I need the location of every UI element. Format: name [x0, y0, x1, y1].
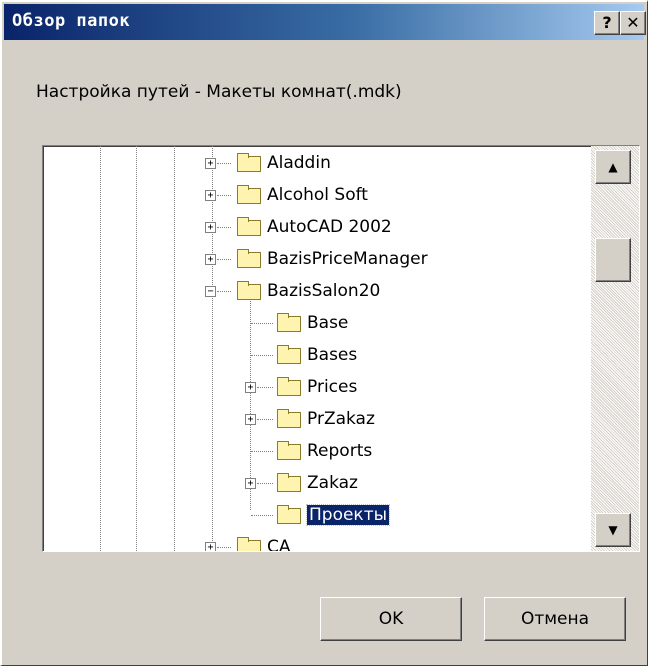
tree-branch-line [251, 451, 273, 453]
tree-node-label: BazisSalon20 [267, 281, 381, 301]
tree-guide-line [100, 146, 102, 551]
tree-branch-line [217, 547, 231, 549]
expand-icon[interactable]: + [205, 222, 216, 233]
tree-node-label: Bases [307, 345, 358, 365]
folder-icon [277, 377, 301, 396]
expand-icon[interactable]: + [205, 254, 216, 265]
folder-icon [237, 217, 261, 236]
expand-icon[interactable]: + [245, 478, 256, 489]
tree-node-label: Aladdin [267, 153, 331, 173]
window-title: Обзор папок [12, 11, 131, 31]
help-button[interactable]: ? [594, 11, 620, 35]
tree-node-label: CA [267, 537, 291, 552]
tree-branch-line [251, 323, 273, 325]
tree-node-label: PrZakaz [307, 409, 375, 429]
open-folder-icon [277, 505, 301, 524]
tree-branch-line [217, 163, 231, 165]
cancel-button[interactable]: Отмена [484, 597, 626, 641]
tree-node-label: Проекты [305, 504, 391, 526]
close-button[interactable]: ✕ [620, 11, 646, 35]
tree-branch-line [257, 387, 273, 389]
title-bar[interactable]: Обзор папок ? ✕ [4, 4, 646, 40]
folder-icon [277, 345, 301, 364]
tree-node-label: Zakaz [307, 473, 358, 493]
folder-icon [237, 153, 261, 172]
tree-node-label: AutoCAD 2002 [267, 217, 392, 237]
folder-icon [237, 281, 261, 300]
folder-icon [277, 313, 301, 332]
tree-guide-line [174, 146, 176, 551]
folder-tree[interactable]: + Aladdin + Alcohol Soft + AutoCAD 2002 … [42, 145, 640, 552]
scroll-up-arrow-icon[interactable]: ▲ [595, 150, 631, 184]
tree-node-label: Reports [307, 441, 373, 461]
tree-branch-line [257, 483, 273, 485]
folder-icon [277, 441, 301, 460]
ok-button[interactable]: OK [320, 597, 462, 641]
tree-branch-line [217, 291, 231, 293]
expand-icon[interactable]: + [205, 190, 216, 201]
vertical-scrollbar[interactable]: ▲ ▼ [591, 146, 639, 551]
collapse-icon[interactable]: − [205, 286, 216, 297]
expand-icon[interactable]: + [205, 542, 216, 551]
tree-node-label: BazisPriceManager [267, 249, 428, 269]
scroll-down-arrow-icon[interactable]: ▼ [595, 513, 631, 547]
scroll-thumb[interactable] [595, 238, 631, 282]
folder-icon [277, 473, 301, 492]
expand-icon[interactable]: + [245, 382, 256, 393]
dialog-caption: Настройка путей - Макеты комнат(.mdk) [36, 82, 402, 102]
browse-folder-dialog: Обзор папок ? ✕ Настройка путей - Макеты… [0, 0, 648, 666]
folder-icon [237, 537, 261, 551]
folder-icon [277, 409, 301, 428]
tree-node-label: Alcohol Soft [267, 185, 368, 205]
tree-branch-line [251, 515, 273, 517]
tree-branch-line [217, 259, 231, 261]
tree-node-label: Base [307, 313, 349, 333]
expand-icon[interactable]: + [245, 414, 256, 425]
tree-guide-line [212, 146, 214, 551]
folder-icon [237, 185, 261, 204]
tree-guide-line [136, 146, 138, 551]
tree-branch-line [217, 195, 231, 197]
tree-node-label: Prices [307, 377, 358, 397]
tree-branch-line [251, 355, 273, 357]
tree-branch-line [217, 227, 231, 229]
expand-icon[interactable]: + [205, 158, 216, 169]
tree-branch-line [257, 419, 273, 421]
folder-icon [237, 249, 261, 268]
